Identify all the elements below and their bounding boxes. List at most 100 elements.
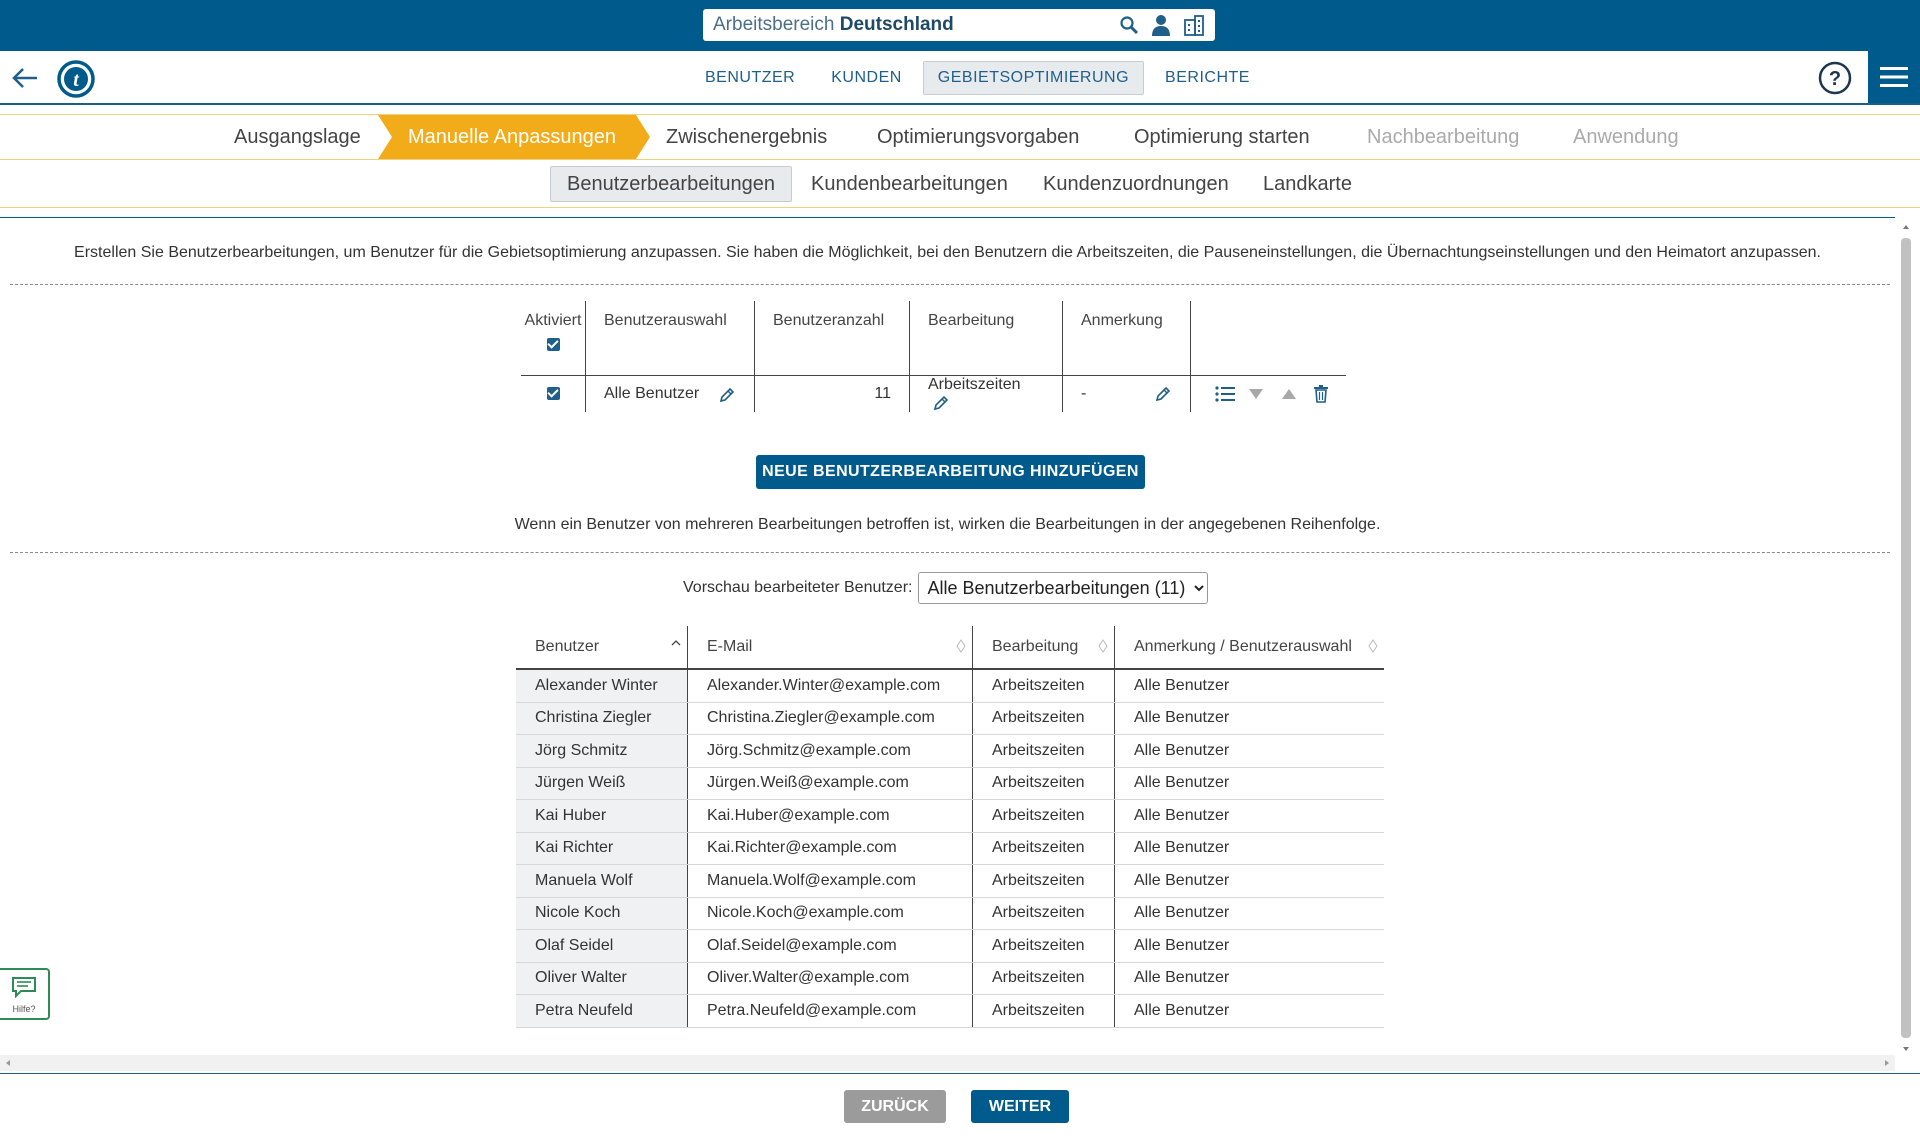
col-anmerkung-benutzerauswahl[interactable]: Anmerkung / Benutzerauswahl xyxy=(1114,626,1384,670)
next-button[interactable]: WEITER xyxy=(971,1090,1069,1123)
rule-anzahl: 11 xyxy=(754,375,910,413)
scroll-down-icon[interactable] xyxy=(1900,1044,1912,1054)
top-bar: Arbeitsbereich Deutschland xyxy=(0,0,1920,51)
step-ausgangslage[interactable]: Ausgangslage xyxy=(234,115,361,159)
user-name-cell: Kai Huber xyxy=(516,799,688,833)
step-optimierung-starten[interactable]: Optimierung starten xyxy=(1134,115,1310,159)
list-icon[interactable] xyxy=(1215,386,1235,402)
user-email-cell: Alexander.Winter@example.com xyxy=(687,669,973,703)
user-auswahl-cell: Alle Benutzer xyxy=(1114,962,1384,995)
col-actions xyxy=(1190,301,1347,376)
scroll-right-icon[interactable] xyxy=(1882,1055,1892,1071)
user-auswahl-cell: Alle Benutzer xyxy=(1114,994,1384,1028)
col-benutzerauswahl: Benutzerauswahl xyxy=(585,301,755,376)
col-email[interactable]: E-Mail xyxy=(687,626,973,670)
dashed-separator xyxy=(10,284,1890,285)
col-aktiviert: Aktiviert xyxy=(521,301,586,376)
step-manuelle-anpassungen[interactable]: Manuelle Anpassungen xyxy=(378,115,650,159)
user-bearbeitung-cell: Arbeitszeiten xyxy=(972,962,1115,995)
workspace-label: Arbeitsbereich Deutschland xyxy=(713,14,954,35)
subtab-benutzerbearbeitungen[interactable]: Benutzerbearbeitungen xyxy=(550,166,792,202)
vertical-scrollbar[interactable] xyxy=(1900,222,1912,1054)
user-name-cell: Christina Ziegler xyxy=(516,702,688,735)
process-steps: Ausgangslage Manuelle Anpassungen Zwisch… xyxy=(0,114,1920,160)
move-up-icon[interactable] xyxy=(1281,388,1296,400)
back-button[interactable]: ZURÜCK xyxy=(844,1090,946,1123)
col-benutzeranzahl: Benutzeranzahl xyxy=(754,301,910,376)
help-chat-widget[interactable]: Hilfe? xyxy=(0,968,50,1020)
rule-bearbeitung: Arbeitszeiten xyxy=(928,376,1021,393)
trash-icon[interactable] xyxy=(1314,385,1329,403)
nav-tab-kunden[interactable]: KUNDEN xyxy=(816,61,917,95)
user-name-cell: Petra Neufeld xyxy=(516,994,688,1028)
subtab-kundenbearbeitungen[interactable]: Kundenbearbeitungen xyxy=(794,166,1025,202)
user-auswahl-cell: Alle Benutzer xyxy=(1114,702,1384,735)
step-zwischenergebnis[interactable]: Zwischenergebnis xyxy=(666,115,827,159)
vertical-scroll-thumb[interactable] xyxy=(1901,238,1911,1038)
table-row: Alexander Winter Alexander.Winter@example… xyxy=(516,669,1384,703)
add-user-edit-button[interactable]: NEUE BENUTZERBEARBEITUNG HINZUFÜGEN xyxy=(756,455,1145,489)
table-row: Jürgen Weiß Jürgen.Weiß@example.com Arbeit… xyxy=(516,767,1384,800)
move-down-icon[interactable] xyxy=(1249,388,1264,400)
user-name-cell: Alexander Winter xyxy=(516,669,688,703)
help-icon[interactable]: ? xyxy=(1818,61,1852,95)
edit-pencil-icon[interactable] xyxy=(718,386,736,404)
select-all-checkbox[interactable] xyxy=(546,338,560,351)
chat-icon xyxy=(12,977,36,999)
nav-tab-berichte[interactable]: BERICHTE xyxy=(1150,61,1265,95)
horizontal-scrollbar[interactable] xyxy=(0,1055,1895,1071)
step-optimierungsvorgaben[interactable]: Optimierungsvorgaben xyxy=(877,115,1079,159)
main-nav: t BENUTZER KUNDEN GEBIETSOPTIMIERUNG BER… xyxy=(0,51,1920,105)
hamburger-menu-button[interactable] xyxy=(1868,51,1920,103)
dashed-separator xyxy=(10,552,1890,553)
user-email-cell: Nicole.Koch@example.com xyxy=(687,897,973,930)
user-email-cell: Jürgen.Weiß@example.com xyxy=(687,767,973,800)
table-row: Manuela Wolf Manuela.Wolf@example.com Arbe… xyxy=(516,864,1384,898)
subtab-kundenzuordnungen[interactable]: Kundenzuordnungen xyxy=(1026,166,1246,202)
preview-label: Vorschau bearbeiteter Benutzer: xyxy=(683,579,913,596)
search-icon[interactable] xyxy=(1119,15,1139,35)
edit-pencil-icon[interactable] xyxy=(932,394,950,412)
user-name-cell: Manuela Wolf xyxy=(516,864,688,898)
user-auswahl-cell: Alle Benutzer xyxy=(1114,734,1384,768)
step-anwendung: Anwendung xyxy=(1573,126,1679,148)
help-widget-label: Hilfe? xyxy=(12,1004,36,1014)
user-auswahl-cell: Alle Benutzer xyxy=(1114,929,1384,963)
edit-pencil-icon[interactable] xyxy=(1154,385,1172,403)
user-bearbeitung-cell: Arbeitszeiten xyxy=(972,832,1115,865)
user-bearbeitung-cell: Arbeitszeiten xyxy=(972,897,1115,930)
nav-tab-benutzer[interactable]: BENUTZER xyxy=(690,61,810,95)
back-arrow-icon[interactable] xyxy=(10,63,40,93)
sort-asc-icon xyxy=(671,640,681,646)
user-email-cell: Olaf.Seidel@example.com xyxy=(687,929,973,963)
preview-filter: Vorschau bearbeiteter Benutzer: Alle Ben… xyxy=(683,572,1209,604)
col-anmerkung: Anmerkung xyxy=(1062,301,1191,376)
rule-active-checkbox[interactable] xyxy=(546,387,560,401)
table-row: Petra Neufeld Petra.Neufeld@example.com Ar… xyxy=(516,994,1384,1028)
app-logo[interactable]: t xyxy=(56,59,96,99)
svg-text:?: ? xyxy=(1829,68,1841,90)
table-row: Nicole Koch Nicole.Koch@example.com Arbeit… xyxy=(516,897,1384,930)
user-email-cell: Jörg.Schmitz@example.com xyxy=(687,734,973,768)
scroll-up-icon[interactable] xyxy=(1900,222,1912,232)
subtab-landkarte[interactable]: Landkarte xyxy=(1246,166,1369,202)
user-bearbeitung-cell: Arbeitszeiten xyxy=(972,994,1115,1028)
table-row: Oliver Walter Oliver.Walter@example.com Ar… xyxy=(516,962,1384,995)
user-auswahl-cell: Alle Benutzer xyxy=(1114,767,1384,800)
user-email-cell: Christina.Ziegler@example.com xyxy=(687,702,973,735)
col-bearbeitung[interactable]: Bearbeitung xyxy=(972,626,1115,670)
user-email-cell: Kai.Richter@example.com xyxy=(687,832,973,865)
col-benutzer[interactable]: Benutzer xyxy=(516,626,688,670)
user-bearbeitung-cell: Arbeitszeiten xyxy=(972,767,1115,800)
building-icon[interactable] xyxy=(1183,14,1205,36)
user-name-cell: Jürgen Weiß xyxy=(516,767,688,800)
scroll-left-icon[interactable] xyxy=(3,1055,13,1071)
user-auswahl-cell: Alle Benutzer xyxy=(1114,864,1384,898)
users-preview-table: Benutzer E-Mail Bearbeitung Anmerkung / … xyxy=(516,626,1384,1028)
nav-tab-gebietsoptimierung[interactable]: GEBIETSOPTIMIERUNG xyxy=(922,61,1145,95)
user-bearbeitung-cell: Arbeitszeiten xyxy=(972,799,1115,833)
table-row: Kai Huber Kai.Huber@example.com Arbeitszei… xyxy=(516,799,1384,833)
workspace-selector[interactable]: Arbeitsbereich Deutschland xyxy=(703,9,1215,41)
preview-select[interactable]: Alle Benutzerbearbeitungen (11) xyxy=(918,572,1209,604)
user-icon[interactable] xyxy=(1151,14,1171,36)
